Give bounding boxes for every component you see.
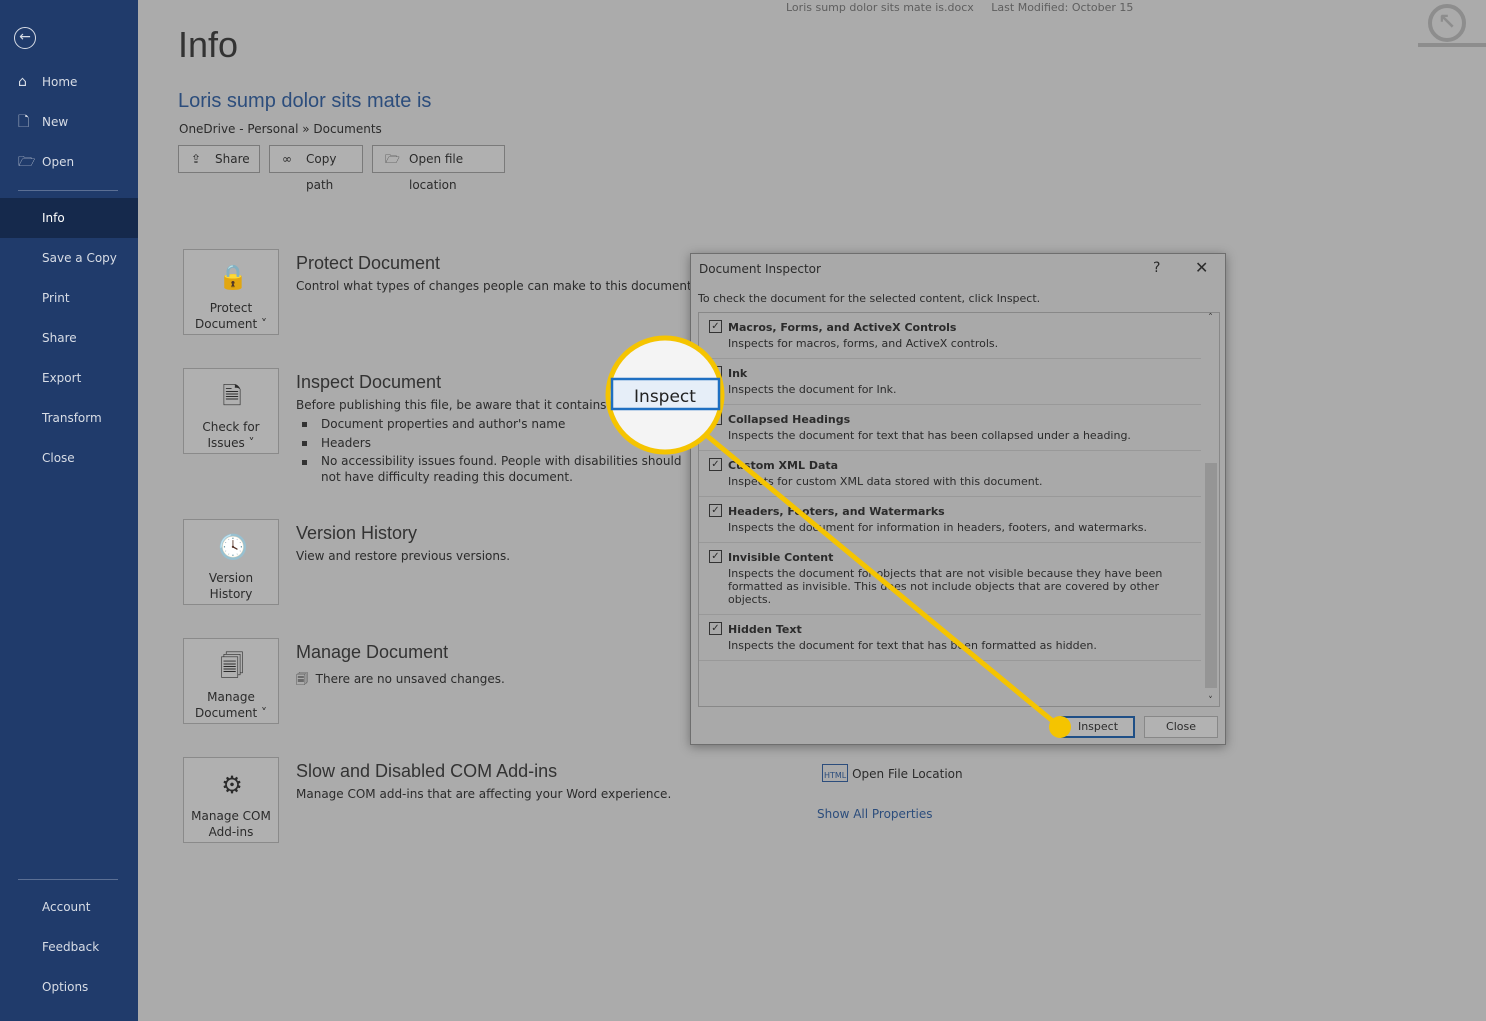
callout-overlay: Inspect	[605, 335, 1071, 738]
callout-line	[698, 428, 1062, 729]
magnified-inspect-label: Inspect	[634, 387, 696, 407]
callout-dot	[1049, 716, 1071, 738]
